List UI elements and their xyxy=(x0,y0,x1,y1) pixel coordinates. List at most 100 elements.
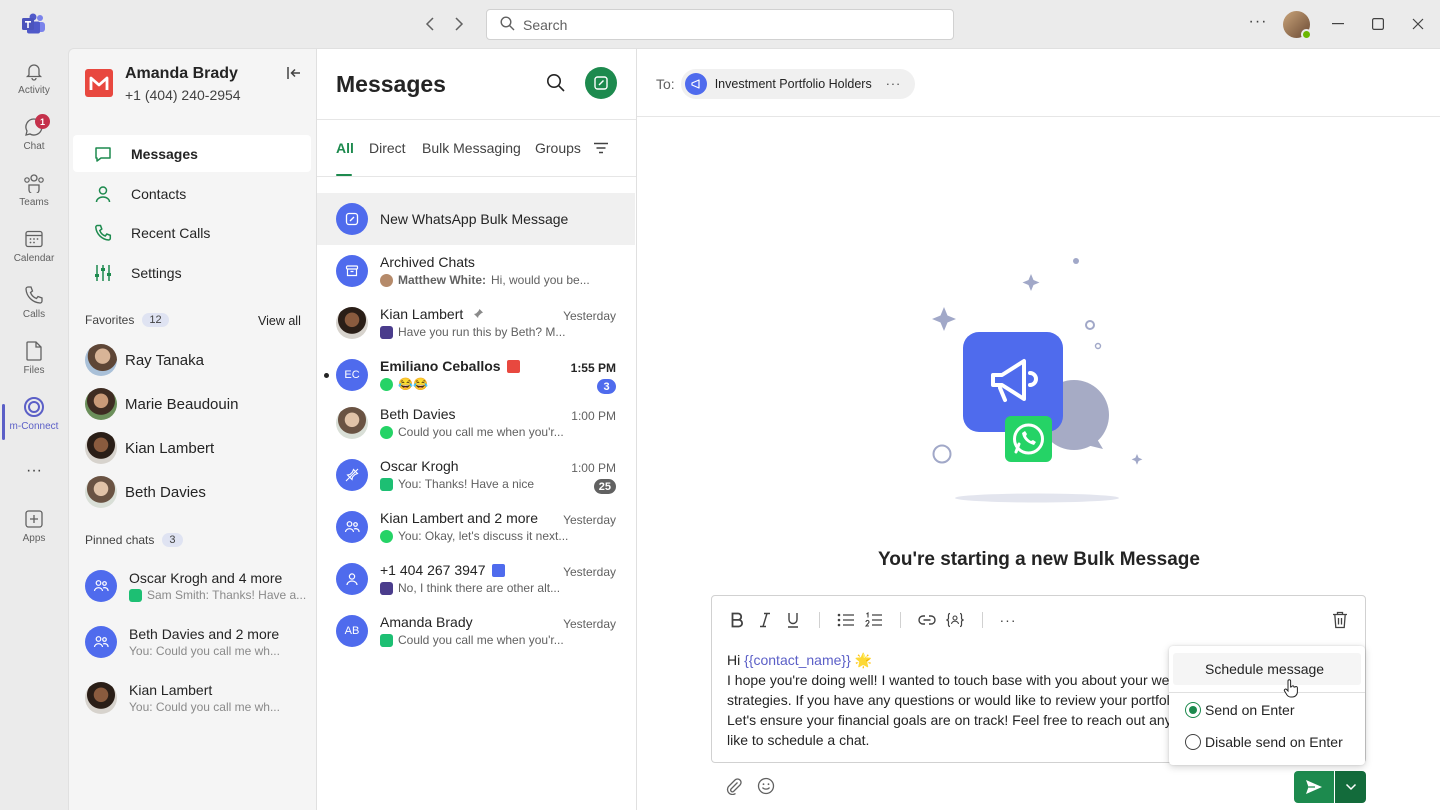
send-on-enter-label: Send on Enter xyxy=(1205,702,1295,718)
filter-icon[interactable] xyxy=(593,141,609,155)
rail-item-chat[interactable]: 1 Chat xyxy=(0,114,68,168)
emoji-icon[interactable] xyxy=(757,777,777,797)
conversation-item[interactable]: Oscar Krogh 1:00 PM 25 You: Thanks! Have… xyxy=(317,449,635,501)
forward-arrow-icon[interactable] xyxy=(449,14,469,34)
conversation-time: Yesterday xyxy=(563,565,616,579)
rail-item-calls[interactable]: Calls xyxy=(0,284,68,336)
disable-send-on-enter-label: Disable send on Enter xyxy=(1205,734,1343,750)
avatar xyxy=(85,432,117,464)
conversation-preview: You: Okay, let's discuss it next... xyxy=(398,529,569,543)
more-formatting-icon[interactable]: ··· xyxy=(999,611,1017,629)
send-on-enter-option[interactable]: Send on Enter xyxy=(1173,694,1361,726)
chevron-down-icon xyxy=(1345,783,1356,791)
compose-avatar xyxy=(336,203,368,235)
close-icon[interactable] xyxy=(1408,14,1428,34)
disable-send-on-enter-option[interactable]: Disable send on Enter xyxy=(1173,726,1361,758)
search-box[interactable]: Search xyxy=(486,9,954,40)
collapse-panel-icon[interactable] xyxy=(285,64,303,82)
teams-logo-icon xyxy=(22,13,46,35)
rail-item-more[interactable]: ··· xyxy=(0,460,68,512)
send-icon xyxy=(1306,780,1322,794)
pinned-chat[interactable]: Beth Davies and 2 more You: Could you ca… xyxy=(85,622,280,662)
rail-item-apps[interactable]: Apps xyxy=(0,508,68,560)
new-bulk-message-item[interactable]: New WhatsApp Bulk Message xyxy=(317,193,635,245)
pinned-chats-header: Pinned chats 3 xyxy=(85,533,183,547)
nav-messages[interactable]: Messages xyxy=(73,135,311,172)
schedule-message-option[interactable]: Schedule message xyxy=(1173,653,1361,685)
minimize-icon[interactable] xyxy=(1328,14,1348,34)
avatar xyxy=(336,307,368,339)
new-message-button[interactable] xyxy=(585,67,617,99)
pinned-chat-preview: Sam Smith: Thanks! Have a... xyxy=(147,588,307,602)
message-body[interactable]: Hi {{contact_name}} 🌟 I hope you're doin… xyxy=(727,650,1177,750)
nav-recent-calls[interactable]: Recent Calls xyxy=(73,214,311,251)
attach-icon[interactable] xyxy=(725,777,745,797)
nav-settings[interactable]: Settings xyxy=(73,254,311,291)
insert-field-icon[interactable] xyxy=(946,611,964,629)
conversation-time: Yesterday xyxy=(563,617,616,631)
wechat-icon xyxy=(380,477,393,491)
favorite-contact[interactable]: Kian Lambert xyxy=(85,432,214,464)
back-arrow-icon[interactable] xyxy=(420,14,440,34)
nav-contacts[interactable]: Contacts xyxy=(73,175,311,212)
conversation-item[interactable]: EC Emiliano Ceballos 1:55 PM 3 😂😂 xyxy=(317,349,635,401)
recipient-chip[interactable]: Investment Portfolio Holders ··· xyxy=(680,69,916,99)
chat-unread-badge: 1 xyxy=(35,114,50,129)
search-icon[interactable] xyxy=(546,73,566,93)
rail-label-files: Files xyxy=(23,365,45,376)
pinned-chat[interactable]: Kian Lambert You: Could you call me wh..… xyxy=(85,678,280,718)
favorite-contact[interactable]: Beth Davies xyxy=(85,476,206,508)
conversation-item[interactable]: Kian Lambert and 2 more Yesterday You: O… xyxy=(317,501,635,553)
people-icon xyxy=(93,636,109,648)
rail-label-calls: Calls xyxy=(22,309,46,320)
tab-groups[interactable]: Groups xyxy=(535,140,581,156)
link-icon[interactable] xyxy=(918,611,936,629)
sms-channel-icon xyxy=(492,564,506,577)
send-options-menu: Schedule message Send on Enter Disable s… xyxy=(1169,646,1365,765)
favorite-contact[interactable]: Marie Beaudouin xyxy=(85,388,238,420)
tab-direct[interactable]: Direct xyxy=(369,140,406,156)
conversation-item[interactable]: Beth Davies 1:00 PM Could you call me wh… xyxy=(317,397,635,449)
conversation-item[interactable]: +1 404 267 3947 Yesterday No, I think th… xyxy=(317,553,635,605)
recipient-more-icon[interactable]: ··· xyxy=(886,77,902,91)
rail-item-activity[interactable]: Activity xyxy=(0,60,68,112)
underline-icon[interactable] xyxy=(784,611,802,629)
recipient-row: To: Investment Portfolio Holders ··· xyxy=(656,69,916,99)
compose-icon xyxy=(345,212,359,226)
rail-item-m-connect[interactable]: m-Connect xyxy=(0,396,68,448)
initials-avatar: AB xyxy=(336,615,368,647)
messages-panel: Messages All Direct Bulk Messaging Group… xyxy=(316,48,637,810)
bulleted-list-icon[interactable] xyxy=(837,611,855,629)
pinned-chat[interactable]: Oscar Krogh and 4 more Sam Smith: Thanks… xyxy=(85,566,306,606)
rail-item-calendar[interactable]: Calendar xyxy=(0,228,68,280)
italic-icon[interactable] xyxy=(756,611,774,629)
phone-icon xyxy=(94,224,112,242)
delete-icon[interactable] xyxy=(1331,611,1349,629)
conversation-item[interactable]: Archived Chats Matthew White: Hi, would … xyxy=(317,245,635,297)
more-options-icon[interactable]: ··· xyxy=(1246,13,1270,35)
avatar xyxy=(380,273,393,287)
wechat-icon xyxy=(380,633,393,647)
conversation-name: Kian Lambert and 2 more xyxy=(380,510,538,526)
bold-icon[interactable] xyxy=(728,611,746,629)
favorite-contact[interactable]: Ray Tanaka xyxy=(85,344,204,376)
view-all-link[interactable]: View all xyxy=(258,314,301,328)
rail-item-teams[interactable]: Teams xyxy=(0,172,68,224)
tab-all[interactable]: All xyxy=(336,140,354,156)
tab-bulk-messaging[interactable]: Bulk Messaging xyxy=(422,140,521,156)
radio-checked-icon[interactable] xyxy=(1185,702,1201,718)
person-icon xyxy=(94,185,112,203)
radio-unchecked-icon[interactable] xyxy=(1185,734,1201,750)
send-options-button[interactable] xyxy=(1335,771,1366,803)
message-line: Let's ensure your financial goals are on… xyxy=(727,712,1176,728)
unread-count-badge: 25 xyxy=(593,479,616,494)
rail-item-files[interactable]: Files xyxy=(0,340,68,392)
m-connect-channel-icon xyxy=(507,360,521,373)
user-avatar[interactable] xyxy=(1283,11,1312,40)
rail-label-m-connect: m-Connect xyxy=(9,421,59,432)
conversation-item[interactable]: Kian Lambert Yesterday Have you run this… xyxy=(317,297,635,349)
maximize-icon[interactable] xyxy=(1368,14,1388,34)
conversation-item[interactable]: AB Amanda Brady Yesterday Could you call… xyxy=(317,605,635,657)
numbered-list-icon[interactable] xyxy=(865,611,883,629)
send-button[interactable] xyxy=(1294,771,1334,803)
